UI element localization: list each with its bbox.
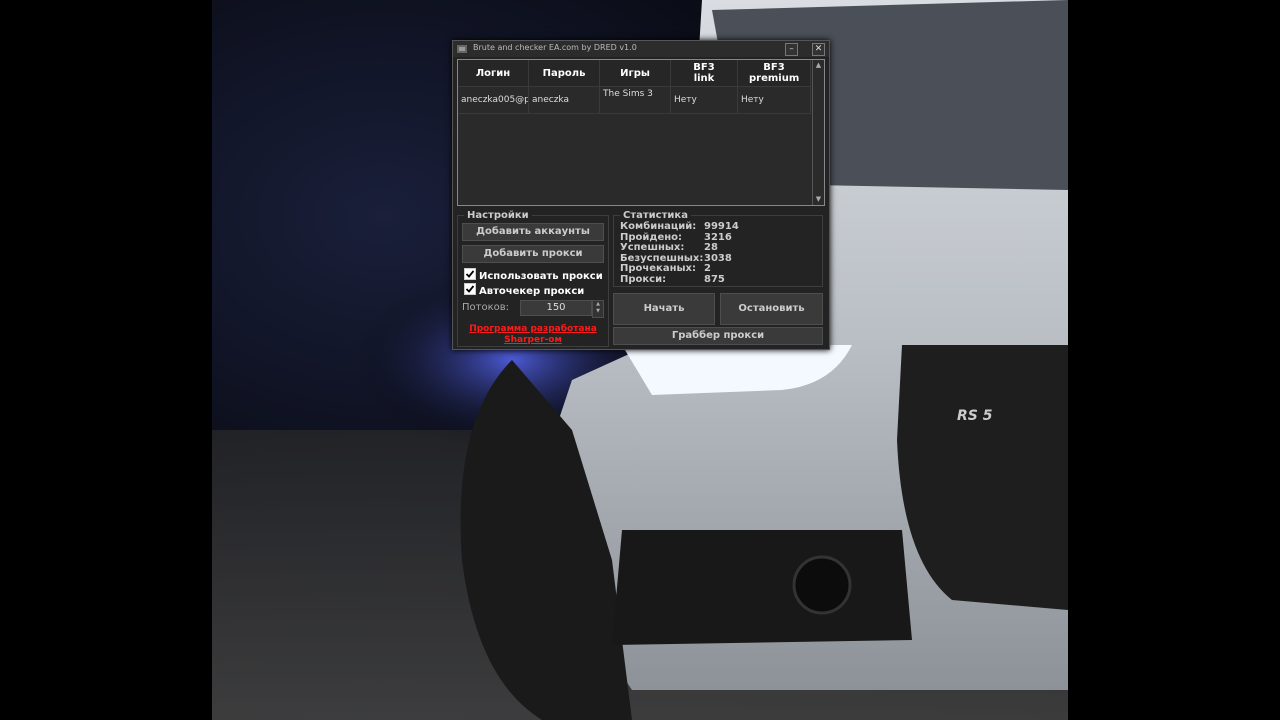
stat-label: Пройдено: [620,231,683,243]
settings-group: Настройки Добавить аккаунты Добавить про… [457,210,609,347]
grid-vertical-scrollbar[interactable]: ▲ ▼ [812,60,824,205]
column-header-login[interactable]: Логин [458,60,529,87]
checkbox-check-icon [464,268,476,280]
stat-value: 875 [704,273,725,285]
accounts-grid[interactable]: Логин Пароль Игры BF3 link BF3 premium a… [457,59,825,206]
svg-text:RS 5: RS 5 [957,408,993,424]
stat-row: Прочеканых: 2 [620,263,711,274]
minimize-button[interactable]: – [785,43,798,56]
table-row[interactable]: aneczka005@p aneczka The Sims 3 Нету Нет… [458,86,811,114]
cell-bf3-premium[interactable]: Нету [737,86,811,114]
stat-label: Безуспешных: [620,252,704,264]
use-proxies-label: Использовать прокси [479,271,603,282]
stat-value: 28 [704,242,718,253]
stat-row: Пройдено: 3216 [620,231,732,243]
cell-bf3-link[interactable]: Нету [670,86,738,114]
stat-label: Комбинаций: [620,221,697,232]
statistics-group: Статистика Комбинаций: 99914 Пройдено: 3216… [613,210,823,287]
app-icon [457,45,467,53]
app-window: Brute and checker EA.com by DRED v1.0 – … [452,40,830,350]
threads-input[interactable]: 150 [520,300,592,316]
scroll-down-icon[interactable]: ▼ [814,195,823,204]
stop-button[interactable]: Остановить [720,293,823,325]
column-header-bf3-premium[interactable]: BF3 premium [737,60,811,87]
checkbox-check-icon [464,283,476,295]
title-bar[interactable]: Brute and checker EA.com by DRED v1.0 – … [453,41,829,57]
stat-label: Прокси: [620,273,667,285]
stat-row: Прокси: 875 [620,273,725,285]
use-proxies-checkbox[interactable]: Использовать прокси [464,268,603,282]
cell-login[interactable]: aneczka005@p [458,86,529,114]
proxy-grabber-button[interactable]: Граббер прокси [613,327,823,345]
credit-line-2: Sharper-ом [504,335,562,345]
statistics-caption: Статистика [620,210,691,221]
scroll-up-icon[interactable]: ▲ [814,61,823,70]
window-title: Brute and checker EA.com by DRED v1.0 [473,43,637,52]
close-button[interactable]: ✕ [812,43,825,56]
column-header-games[interactable]: Игры [599,60,671,87]
stepper-down-icon[interactable]: ▼ [593,308,603,315]
developer-credit-link[interactable]: Программа разработана Sharper-ом [458,324,608,346]
add-proxies-button[interactable]: Добавить прокси [462,245,604,263]
threads-label: Потоков: [462,302,510,313]
threads-stepper[interactable]: ▲ ▼ [592,300,604,318]
stat-value: 3038 [704,252,732,264]
stat-row: Комбинаций: 99914 [620,221,739,232]
start-button[interactable]: Начать [613,293,715,325]
stepper-up-icon[interactable]: ▲ [593,301,603,308]
stat-row: Безуспешных: 3038 [620,252,732,264]
stat-label: Прочеканых: [620,263,696,274]
settings-caption: Настройки [464,210,532,221]
cell-games[interactable]: The Sims 3 [599,86,671,114]
stat-value: 3216 [704,231,732,243]
autochecker-checkbox[interactable]: Авточекер прокси [464,283,584,297]
autochecker-label: Авточекер прокси [479,286,585,297]
stat-value: 2 [704,263,711,274]
column-header-bf3-link[interactable]: BF3 link [670,60,738,87]
stat-row: Успешных: 28 [620,242,718,253]
stat-value: 99914 [704,221,739,232]
add-accounts-button[interactable]: Добавить аккаунты [462,223,604,241]
column-header-password[interactable]: Пароль [528,60,600,87]
credit-line-1: Программа разработана [469,324,597,334]
stat-label: Успешных: [620,242,685,253]
grid-header-row: Логин Пароль Игры BF3 link BF3 premium [458,60,811,87]
cell-password[interactable]: aneczka [528,86,600,114]
